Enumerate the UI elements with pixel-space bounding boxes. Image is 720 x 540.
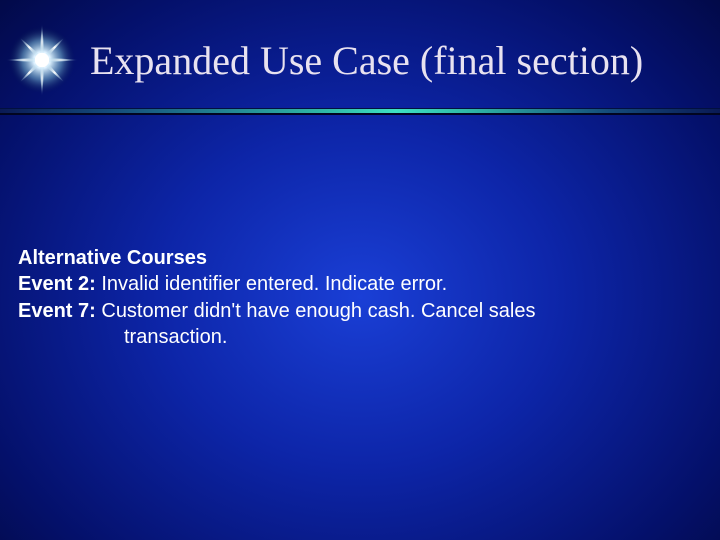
divider-rule [0,108,720,115]
event-text: Customer didn't have enough cash. Cancel… [96,300,536,322]
event-text-continuation: transaction. [18,324,702,350]
event-label: Event 7: [18,300,96,322]
event-label: Event 2: [18,273,96,295]
title-row: Expanded Use Case (final section) [0,0,720,108]
slide-title: Expanded Use Case (final section) [90,37,643,84]
event-text: Invalid identifier entered. Indicate err… [96,273,447,295]
section-heading: Alternative Courses [18,245,702,271]
event-line: Event 2: Invalid identifier entered. Ind… [18,271,702,297]
slide-body: Alternative Courses Event 2: Invalid ide… [0,115,720,351]
event-line: Event 7: Customer didn't have enough cas… [18,298,702,324]
star-icon [6,24,78,96]
